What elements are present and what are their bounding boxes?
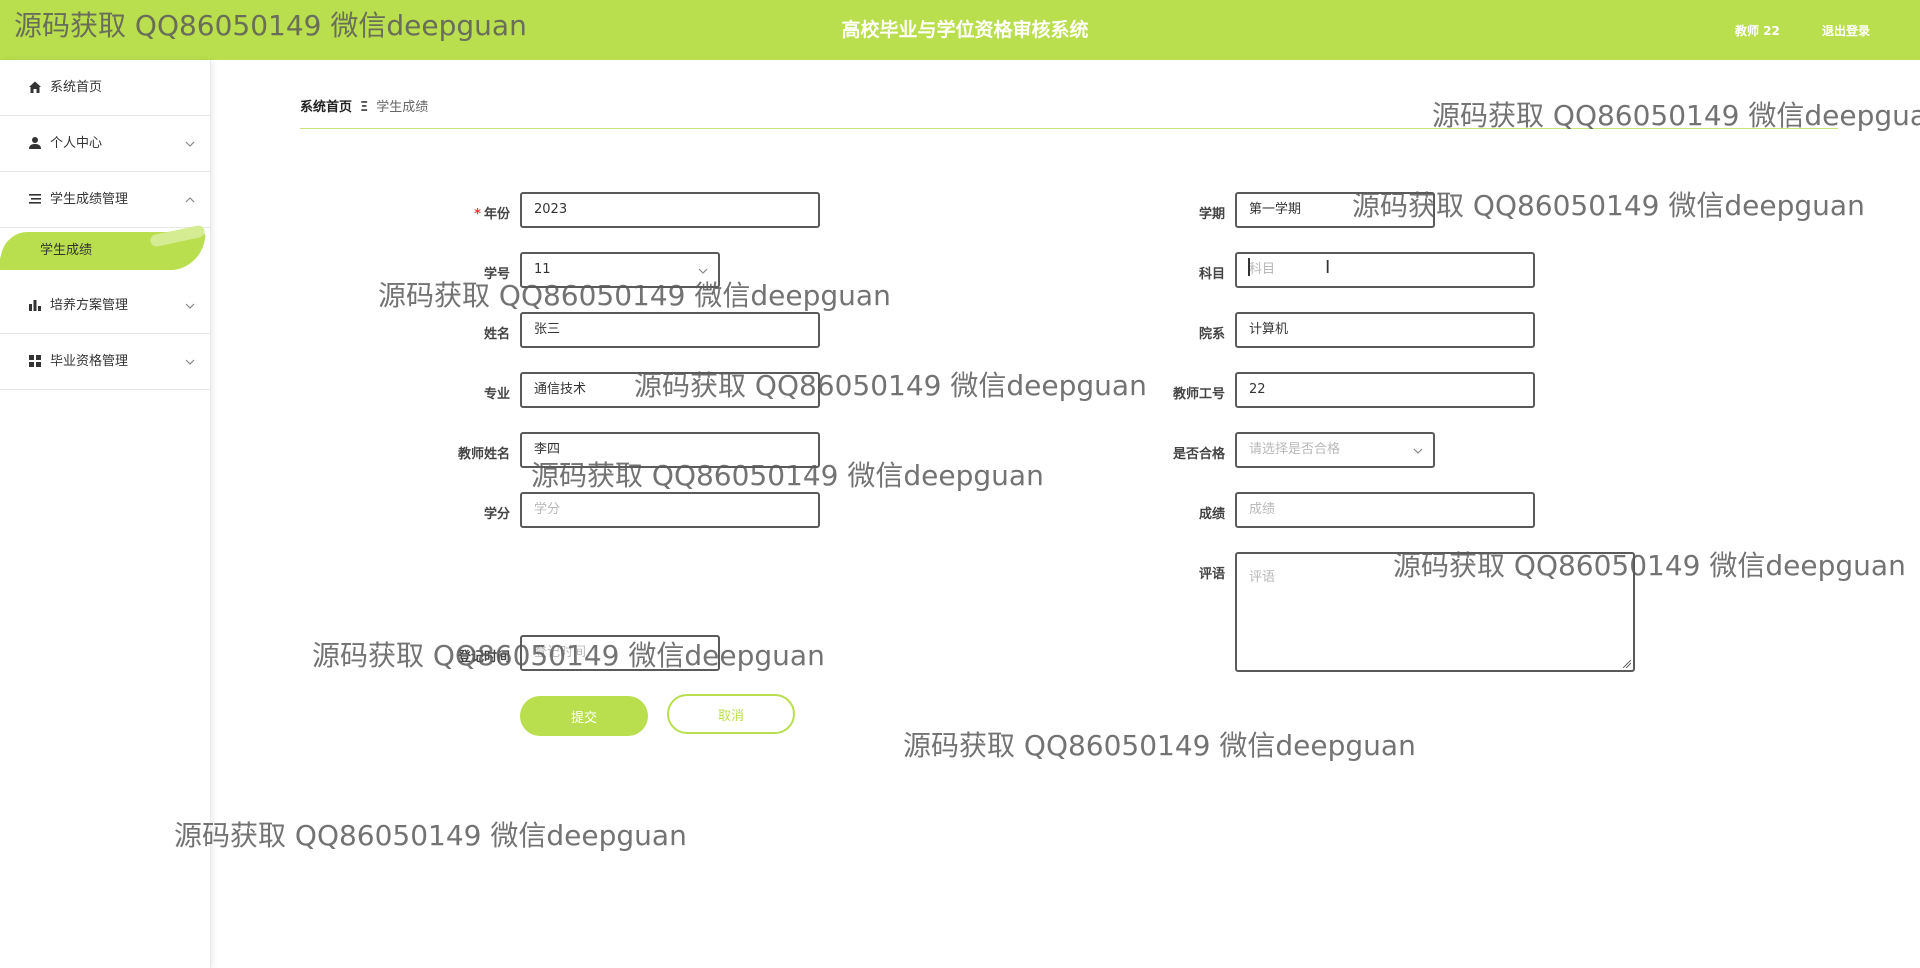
score-label: 成绩	[1198, 507, 1225, 522]
term-select[interactable]: 第一学期	[1235, 192, 1435, 228]
name-label: 姓名	[483, 327, 510, 342]
chevron-down-icon	[185, 359, 195, 365]
sidebar-item-graduation[interactable]: 毕业资格管理	[0, 334, 210, 390]
logout-link[interactable]: 退出登录	[1822, 22, 1870, 39]
year-field[interactable]: 2023	[520, 192, 820, 228]
comment-placeholder: 评语	[1249, 570, 1276, 585]
year-label: * 年份	[474, 207, 510, 222]
user-icon	[29, 137, 41, 149]
sidebar-item-label: 毕业资格管理	[50, 354, 129, 369]
term-label: 学期	[1198, 207, 1225, 222]
bar-chart-icon	[29, 300, 41, 311]
sidebar-item-home[interactable]: 系统首页	[0, 60, 210, 116]
breadcrumb-home[interactable]: 系统首页	[300, 100, 352, 115]
teacher-name-label: 教师姓名	[457, 447, 510, 462]
qualified-select[interactable]: 请选择是否合格	[1235, 432, 1435, 468]
sidebar-item-label: 个人中心	[50, 136, 103, 151]
credit-field[interactable]: 学分	[520, 492, 820, 528]
breadcrumb: 系统首页 Ξ 学生成绩	[300, 96, 428, 115]
reg-time-label: 登记时间	[457, 650, 510, 665]
resize-handle-icon[interactable]	[1623, 660, 1631, 668]
text-caret	[1248, 258, 1250, 276]
credit-label: 学分	[483, 507, 510, 522]
grid-icon	[29, 355, 41, 367]
student-no-label: 学号	[483, 267, 510, 282]
chevron-down-icon	[185, 303, 195, 309]
chevron-up-icon	[185, 197, 195, 203]
sidebar-item-label: 系统首页	[50, 80, 103, 95]
breadcrumb-separator: Ξ	[360, 100, 369, 115]
dept-field[interactable]: 计算机	[1235, 312, 1535, 348]
sidebar-item-label: 培养方案管理	[50, 298, 129, 313]
chevron-down-icon	[1413, 448, 1423, 454]
student-no-select[interactable]: 11	[520, 252, 720, 288]
subject-field[interactable]: 科目	[1235, 252, 1535, 288]
reg-time-field[interactable]: 登记时间	[520, 635, 720, 671]
breadcrumb-divider	[300, 128, 1838, 129]
list-icon	[29, 194, 41, 204]
comment-label: 评语	[1198, 567, 1225, 582]
sidebar: 系统首页 个人中心 学生成绩管理 学生成绩 培养方案管理 毕业资格管理	[0, 60, 211, 968]
qualified-placeholder: 请选择是否合格	[1249, 442, 1341, 457]
subject-label: 科目	[1198, 267, 1225, 282]
sidebar-item-score-management[interactable]: 学生成绩管理	[0, 172, 210, 228]
qualified-label: 是否合格	[1172, 447, 1225, 462]
watermark-text: 源码获取 QQ86050149 微信deepguan	[174, 819, 687, 852]
sidebar-item-label: 学生成绩管理	[50, 192, 129, 207]
app-title: 高校毕业与学位资格审核系统	[841, 19, 1089, 41]
student-no-value: 11	[534, 262, 551, 277]
sidebar-item-profile[interactable]: 个人中心	[0, 116, 210, 172]
major-label: 专业	[483, 387, 510, 402]
required-mark: *	[474, 207, 481, 222]
watermark-text: 源码获取 QQ86050149 微信deepguan	[903, 729, 1416, 762]
home-icon	[29, 81, 41, 93]
sidebar-subitem-label: 学生成绩	[40, 243, 93, 258]
chevron-down-icon	[185, 141, 195, 147]
text-cursor-icon: I	[1325, 257, 1331, 278]
sidebar-item-training-plan[interactable]: 培养方案管理	[0, 278, 210, 334]
name-field[interactable]: 张三	[520, 312, 820, 348]
comment-textarea[interactable]: 评语	[1235, 552, 1635, 672]
teacher-name-field[interactable]: 李四	[520, 432, 820, 468]
major-field[interactable]: 通信技术	[520, 372, 820, 408]
score-field[interactable]: 成绩	[1235, 492, 1535, 528]
current-user: 教师 22	[1735, 24, 1780, 38]
teacher-no-label: 教师工号	[1172, 387, 1225, 402]
dept-label: 院系	[1198, 327, 1225, 342]
sidebar-subitem-student-score[interactable]: 学生成绩	[0, 224, 210, 274]
teacher-no-field[interactable]: 22	[1235, 372, 1535, 408]
submit-button[interactable]: 提交	[520, 696, 648, 736]
breadcrumb-current: 学生成绩	[376, 100, 429, 115]
chevron-down-icon	[698, 268, 708, 274]
cancel-button[interactable]: 取消	[667, 694, 795, 734]
